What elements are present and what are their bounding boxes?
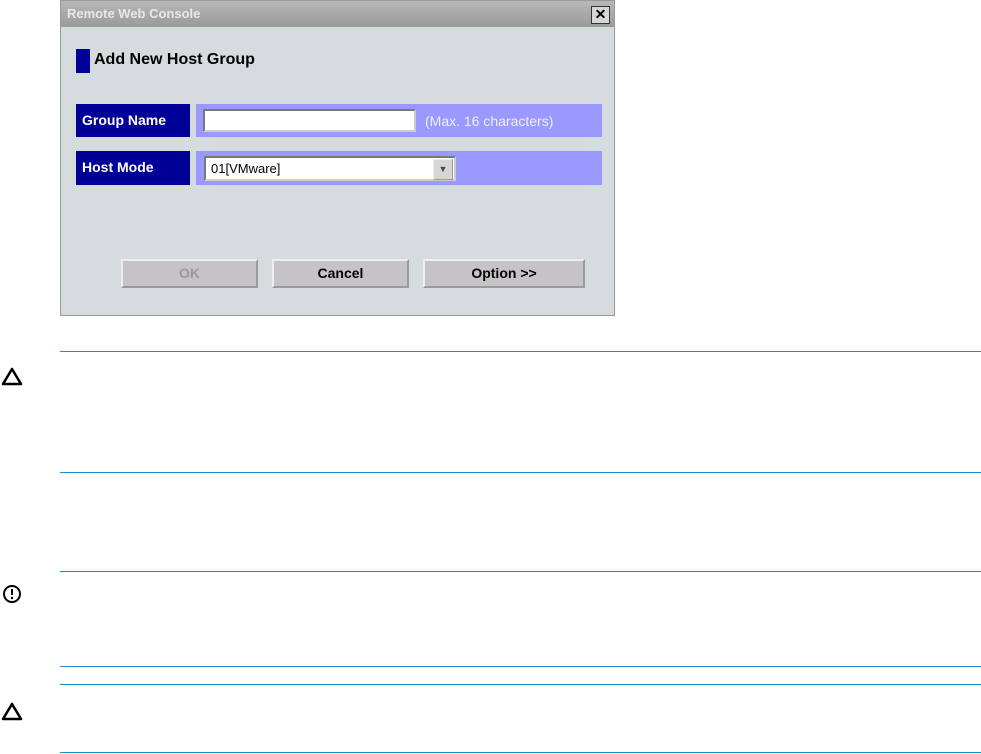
- divider: [60, 752, 981, 753]
- divider: [60, 472, 981, 473]
- close-button[interactable]: ✕: [591, 6, 610, 24]
- group-name-hint: (Max. 16 characters): [425, 113, 554, 129]
- caution-icon: [1, 702, 23, 721]
- host-mode-select[interactable]: 01[VMware] ▼: [204, 156, 456, 181]
- dialog-title-bar: Remote Web Console: [61, 1, 614, 27]
- heading-marker: [76, 49, 90, 73]
- host-mode-value: 01[VMware]: [211, 161, 281, 176]
- caution-icon: [1, 367, 23, 386]
- host-mode-label: Host Mode: [76, 151, 190, 185]
- chevron-down-icon[interactable]: ▼: [433, 159, 453, 180]
- dialog-heading: Add New Host Group: [94, 51, 255, 68]
- divider: [60, 571, 981, 572]
- ok-button[interactable]: OK: [121, 259, 258, 288]
- divider: [60, 666, 981, 667]
- divider: [60, 684, 981, 685]
- group-name-input[interactable]: [203, 109, 416, 132]
- group-name-label: Group Name: [76, 104, 190, 137]
- cancel-button[interactable]: Cancel: [272, 259, 409, 288]
- important-icon: [3, 585, 21, 603]
- divider: [60, 351, 981, 352]
- dialog-title: Remote Web Console: [67, 6, 201, 21]
- option-button[interactable]: Option >>: [423, 259, 585, 288]
- remote-web-console-dialog: Remote Web Console ✕ Add New Host Group …: [60, 0, 615, 316]
- close-icon: ✕: [594, 6, 607, 22]
